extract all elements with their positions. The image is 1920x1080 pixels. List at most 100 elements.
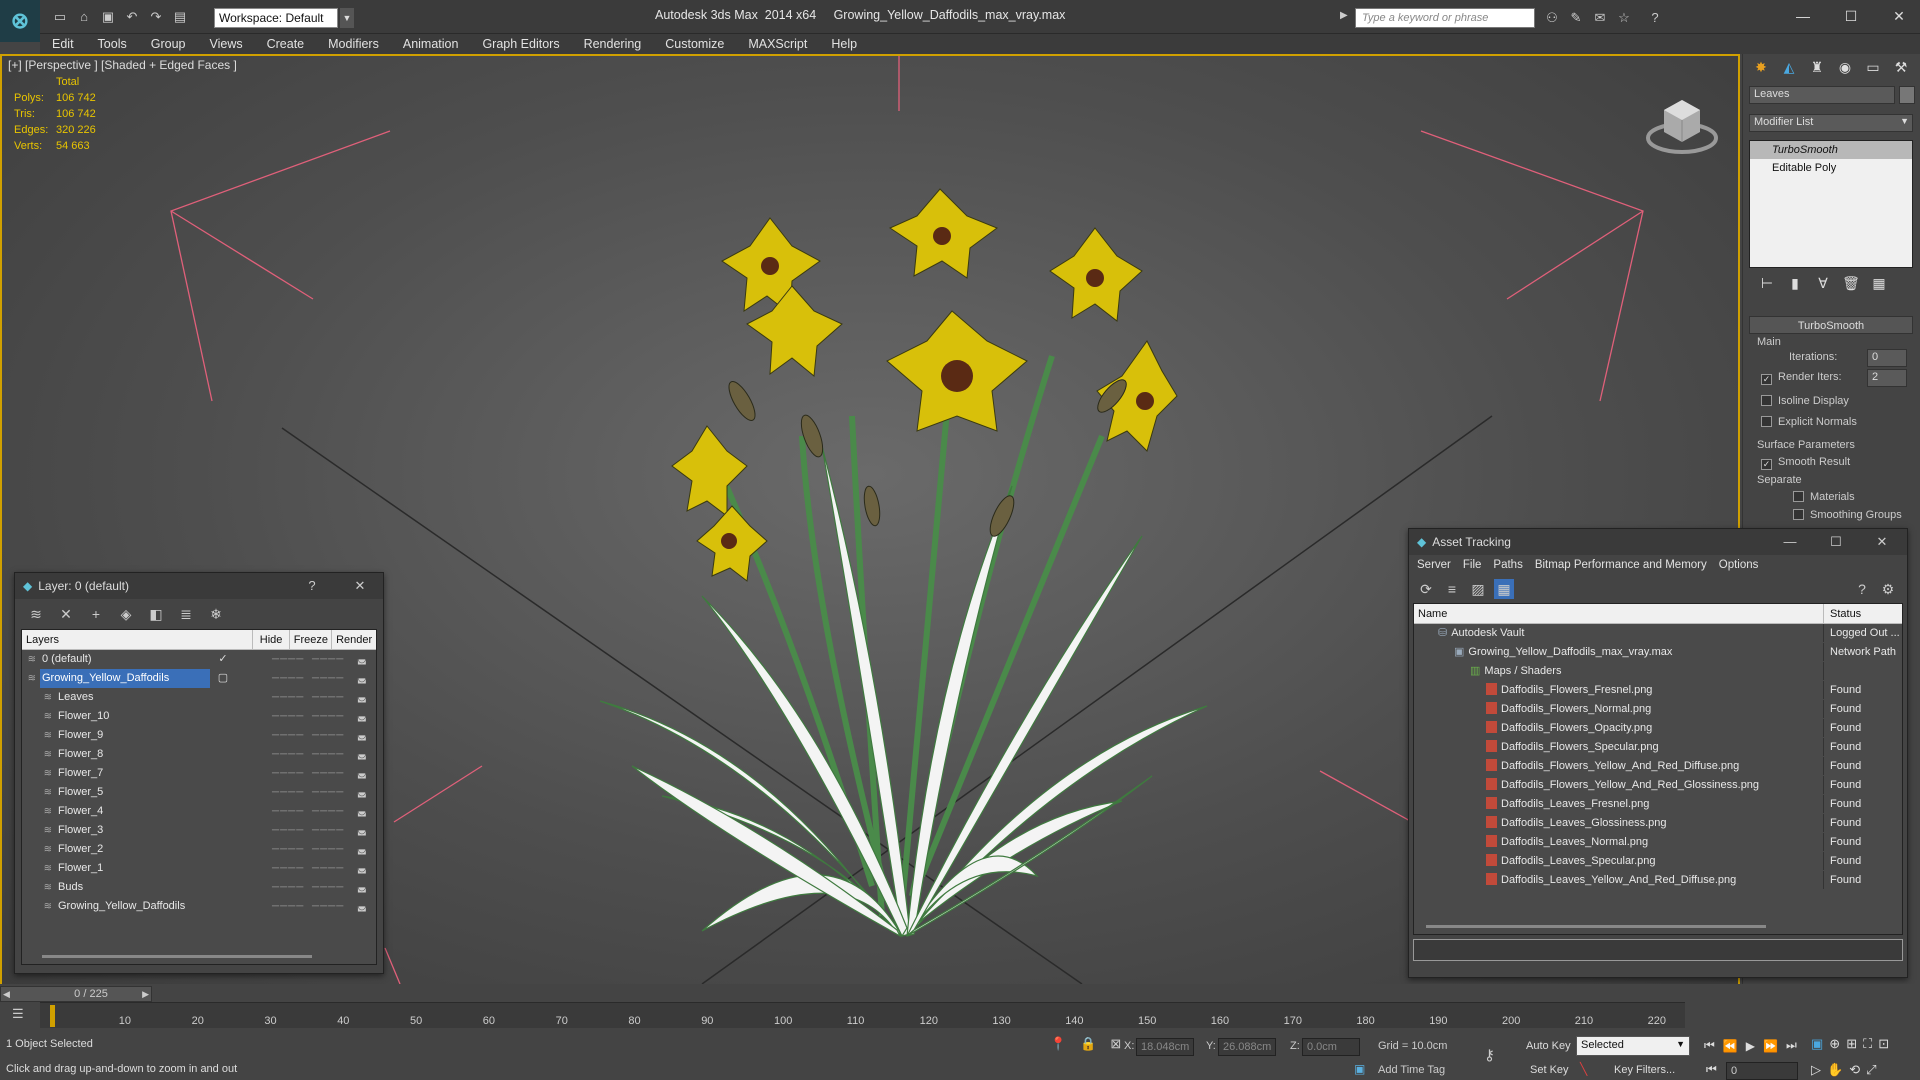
layer-row[interactable]: ≋ Flower_9 ──── ──── ◛ xyxy=(22,726,376,745)
render-toggle-icon[interactable]: ◛ xyxy=(357,669,367,688)
refresh-icon[interactable]: ⟳ xyxy=(1416,579,1436,599)
asset-row[interactable]: Daffodils_Flowers_Yellow_And_Red_Glossin… xyxy=(1414,776,1902,795)
hide-toggle-icon[interactable]: ──── xyxy=(272,688,304,707)
zoom-all-icon[interactable]: ⊞ xyxy=(1846,1036,1857,1052)
previous-frame-icon[interactable]: ⏪ xyxy=(1723,1039,1738,1053)
hide-column-header[interactable]: Hide xyxy=(253,629,291,650)
asset-row[interactable]: Daffodils_Flowers_Specular.png Found xyxy=(1414,738,1902,757)
menu-animation[interactable]: Animation xyxy=(391,34,471,54)
delete-layer-icon[interactable]: ✕ xyxy=(56,604,76,624)
key-filters-button[interactable]: Key Filters... xyxy=(1614,1064,1675,1076)
smoothing-groups-row[interactable]: Smoothing Groups xyxy=(1793,509,1902,521)
hide-toggle-icon[interactable]: ──── xyxy=(272,840,304,859)
app-menu-button[interactable]: ⊗ xyxy=(0,0,40,42)
hide-toggle-icon[interactable]: ──── xyxy=(272,897,304,916)
render-toggle-icon[interactable]: ◛ xyxy=(357,878,367,897)
asset-row[interactable]: Daffodils_Flowers_Fresnel.png Found xyxy=(1414,681,1902,700)
close-icon[interactable]: ✕ xyxy=(347,573,373,599)
freeze-toggle-icon[interactable]: ──── xyxy=(312,840,344,859)
set-key-button[interactable]: Set Key xyxy=(1530,1064,1569,1076)
hide-toggle-icon[interactable]: ──── xyxy=(272,764,304,783)
turbosmooth-rollout-header[interactable]: TurboSmooth xyxy=(1749,316,1913,334)
hide-all-icon[interactable]: ≣ xyxy=(176,604,196,624)
freeze-toggle-icon[interactable]: ──── xyxy=(312,764,344,783)
freeze-column-header[interactable]: Freeze xyxy=(290,629,333,650)
asset-row[interactable]: Daffodils_Leaves_Yellow_And_Red_Diffuse.… xyxy=(1414,871,1902,890)
asset-row[interactable]: ▥ Maps / Shaders xyxy=(1414,662,1902,681)
play-icon[interactable]: ▶ xyxy=(1746,1039,1755,1053)
render-iters-row[interactable]: ✓ Render Iters: xyxy=(1761,371,1842,385)
minimize-icon[interactable]: — xyxy=(1777,529,1803,555)
thumbnail-view-icon[interactable]: ▨ xyxy=(1468,579,1488,599)
smooth-result-row[interactable]: ✓ Smooth Result xyxy=(1761,456,1850,470)
hierarchy-tab-icon[interactable]: ♜ xyxy=(1805,56,1829,78)
layer-row[interactable]: ≋ Leaves ──── ──── ◛ xyxy=(22,688,376,707)
absolute-mode-icon[interactable]: ⊠ xyxy=(1110,1036,1121,1052)
new-file-icon[interactable]: ▭ xyxy=(51,8,69,26)
undo-icon[interactable]: ↶ xyxy=(123,8,141,26)
trackbar-toggle-icon[interactable]: ☰ xyxy=(12,1006,32,1024)
select-objects-icon[interactable]: ◈ xyxy=(116,604,136,624)
remove-modifier-icon[interactable]: 🗑 xyxy=(1839,272,1863,294)
object-name-field[interactable]: Leaves xyxy=(1749,86,1895,104)
display-tab-icon[interactable]: ▭ xyxy=(1861,56,1885,78)
workspace-select[interactable]: Workspace: Default xyxy=(214,8,338,28)
current-frame-field[interactable]: 0 xyxy=(1726,1062,1798,1080)
asset-row[interactable]: Daffodils_Leaves_Fresnel.png Found xyxy=(1414,795,1902,814)
iterations-spinner[interactable]: 0 xyxy=(1867,349,1907,367)
hide-toggle-icon[interactable]: ──── xyxy=(272,726,304,745)
hide-toggle-icon[interactable]: ──── xyxy=(272,783,304,802)
x-coordinate-field[interactable]: 18.048cm xyxy=(1136,1038,1194,1056)
layer-row[interactable]: ≋ Flower_10 ──── ──── ◛ xyxy=(22,707,376,726)
time-ruler[interactable]: 10 20 30 40 50 60 70 80 90 100 110 120 130 140 150 160 1… xyxy=(40,1002,1685,1028)
hide-toggle-icon[interactable]: ──── xyxy=(272,707,304,726)
isoline-row[interactable]: Isoline Display xyxy=(1761,395,1849,407)
search-expand-icon[interactable]: ▶ xyxy=(1340,10,1348,21)
asset-row[interactable]: ⛁ Autodesk Vault Logged Out ... xyxy=(1414,624,1902,643)
freeze-toggle-icon[interactable]: ──── xyxy=(312,745,344,764)
key-mode-dropdown[interactable]: Selected ▼ xyxy=(1576,1036,1690,1056)
render-toggle-icon[interactable]: ◛ xyxy=(357,707,367,726)
asset-row[interactable]: Daffodils_Flowers_Yellow_And_Red_Diffuse… xyxy=(1414,757,1902,776)
layer-row[interactable]: ≋ Flower_8 ──── ──── ◛ xyxy=(22,745,376,764)
explicit-normals-checkbox[interactable] xyxy=(1761,416,1772,427)
layer-row[interactable]: ≋ Flower_1 ──── ──── ◛ xyxy=(22,859,376,878)
asset-row[interactable]: Daffodils_Leaves_Specular.png Found xyxy=(1414,852,1902,871)
asset-row[interactable]: Daffodils_Flowers_Opacity.png Found xyxy=(1414,719,1902,738)
time-config-icon[interactable]: ▣ xyxy=(1811,1036,1823,1052)
communication-icon[interactable]: ✉ xyxy=(1591,9,1609,27)
list-view-icon[interactable]: ≡ xyxy=(1442,579,1462,599)
zoom-extents-all-icon[interactable]: ⊡ xyxy=(1878,1036,1889,1052)
minimize-icon[interactable]: — xyxy=(1786,4,1820,28)
freeze-toggle-icon[interactable]: ──── xyxy=(312,897,344,916)
menu-customize[interactable]: Customize xyxy=(653,34,736,54)
menu-maxscript[interactable]: MAXScript xyxy=(736,34,819,54)
add-to-layer-icon[interactable]: + xyxy=(86,604,106,624)
active-layer-icon[interactable]: ✓ xyxy=(210,650,236,669)
y-coordinate-field[interactable]: 26.088cm xyxy=(1218,1038,1276,1056)
asset-menu-bitmap[interactable]: Bitmap Performance and Memory xyxy=(1529,555,1713,575)
pin-icon[interactable]: 📍 xyxy=(1050,1036,1066,1052)
time-tag-icon[interactable]: ▣ xyxy=(1354,1062,1365,1076)
help-icon[interactable]: ? xyxy=(1852,579,1872,599)
asset-menu-paths[interactable]: Paths xyxy=(1487,555,1528,575)
pan-icon[interactable]: ✋ xyxy=(1827,1062,1843,1078)
horizontal-scrollbar[interactable] xyxy=(42,955,312,958)
field-of-view-icon[interactable]: ▷ xyxy=(1811,1062,1821,1078)
asset-row[interactable]: Daffodils_Flowers_Normal.png Found xyxy=(1414,700,1902,719)
hide-toggle-icon[interactable]: ──── xyxy=(272,802,304,821)
search-input[interactable]: Type a keyword or phrase xyxy=(1355,8,1535,28)
hide-toggle-icon[interactable]: ──── xyxy=(272,859,304,878)
render-column-header[interactable]: Render xyxy=(332,630,376,650)
utilities-tab-icon[interactable]: ⚒ xyxy=(1889,56,1913,78)
show-end-result-icon[interactable]: ▮ xyxy=(1783,272,1807,294)
freeze-toggle-icon[interactable]: ──── xyxy=(312,650,344,669)
help-icon[interactable]: ? xyxy=(1646,9,1664,27)
stack-item-turbosmooth[interactable]: TurboSmooth xyxy=(1750,141,1912,159)
layer-row[interactable]: ≋ Flower_5 ──── ──── ◛ xyxy=(22,783,376,802)
asset-path-field[interactable] xyxy=(1413,939,1903,961)
menu-rendering[interactable]: Rendering xyxy=(572,34,654,54)
render-toggle-icon[interactable]: ◛ xyxy=(357,726,367,745)
layer-row[interactable]: ≋ Flower_4 ──── ──── ◛ xyxy=(22,802,376,821)
freeze-toggle-icon[interactable]: ──── xyxy=(312,707,344,726)
